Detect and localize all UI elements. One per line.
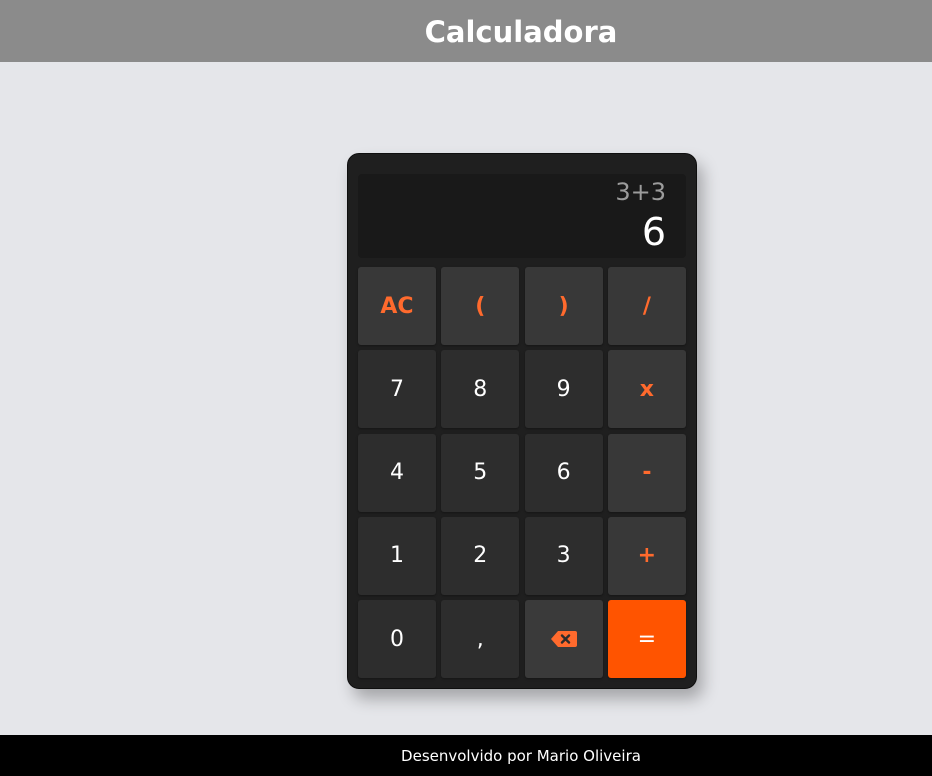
decimal-comma-button[interactable]: , [441, 600, 520, 679]
app-header: Calculadora [0, 0, 932, 62]
digit-7-button[interactable]: 7 [358, 350, 436, 429]
result-readout: 6 [641, 210, 666, 254]
digit-1-button[interactable]: 1 [358, 516, 436, 595]
add-button[interactable]: + [607, 516, 686, 595]
divide-button[interactable]: / [607, 267, 686, 345]
digit-6-button[interactable]: 6 [524, 433, 603, 512]
multiply-button[interactable]: x [607, 350, 686, 429]
expression-readout: 3+3 [615, 178, 666, 206]
backspace-icon [550, 631, 577, 648]
clear-button[interactable]: AC [358, 267, 436, 345]
footer: Desenvolvido por Mario Oliveira [0, 735, 932, 776]
equals-button[interactable]: = [607, 600, 686, 679]
digit-3-button[interactable]: 3 [524, 516, 603, 595]
keypad: AC ( ) / 7 8 9 x 4 5 6 - 1 2 3 + 0 , = [358, 267, 686, 679]
calculator-display: 3+3 6 [358, 174, 686, 258]
digit-4-button[interactable]: 4 [358, 433, 436, 512]
digit-2-button[interactable]: 2 [441, 516, 520, 595]
digit-9-button[interactable]: 9 [524, 350, 603, 429]
subtract-button[interactable]: - [607, 433, 686, 512]
digit-5-button[interactable]: 5 [441, 433, 520, 512]
page-title: Calculadora [424, 15, 618, 49]
calculator: 3+3 6 AC ( ) / 7 8 9 x 4 5 6 - 1 2 3 + 0… [347, 153, 697, 689]
open-paren-button[interactable]: ( [441, 267, 520, 345]
digit-0-button[interactable]: 0 [358, 600, 436, 679]
digit-8-button[interactable]: 8 [441, 350, 520, 429]
footer-credit: Desenvolvido por Mario Oliveira [401, 746, 641, 765]
backspace-button[interactable] [524, 600, 603, 679]
close-paren-button[interactable]: ) [524, 267, 603, 345]
